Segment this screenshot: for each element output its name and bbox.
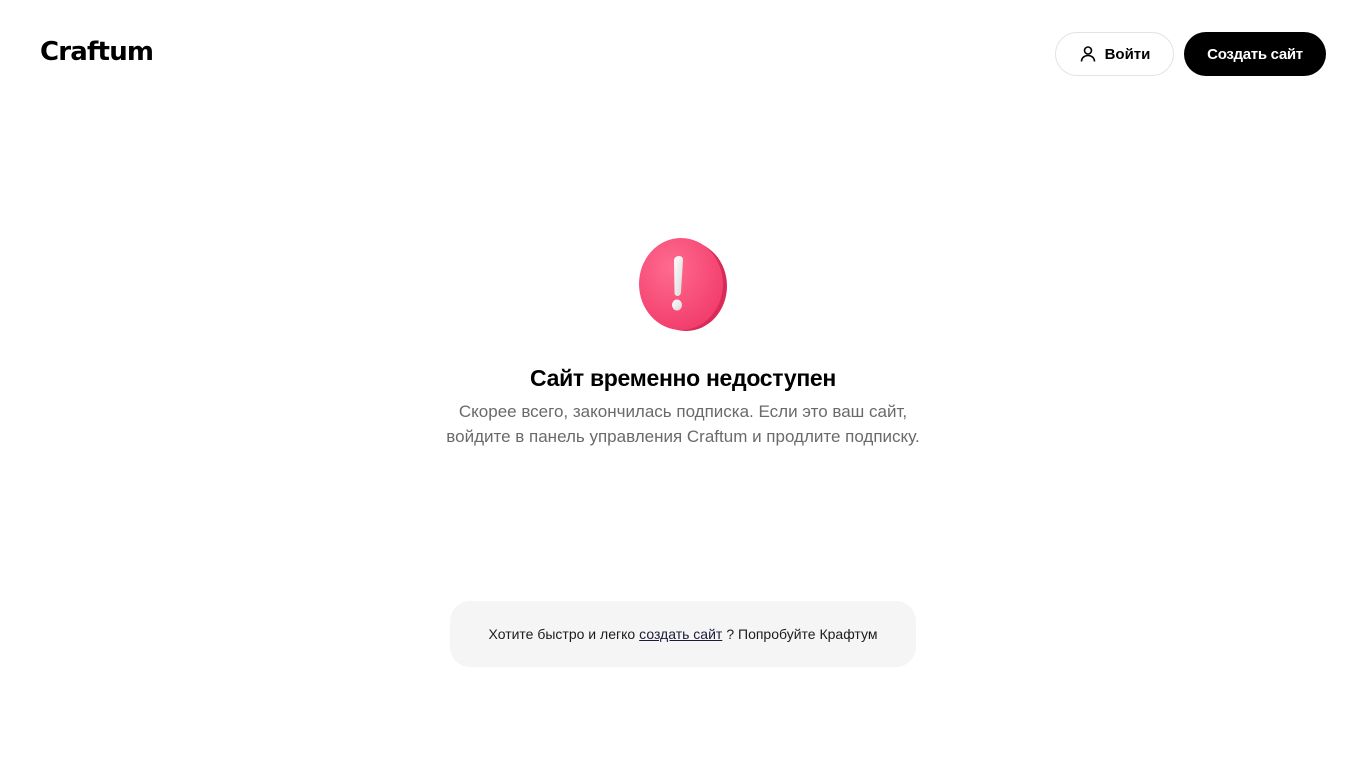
exclamation-alert-icon (636, 236, 730, 334)
subtitle-line-2: войдите в панель управления Craftum и пр… (446, 427, 920, 446)
promo-text-after: ? Попробуйте Крафтум (726, 626, 878, 642)
create-site-link[interactable]: создать сайт (639, 626, 722, 642)
promo-text-before: Хотите быстро и легко (488, 626, 636, 642)
subtitle-line-1: Скорее всего, закончилась подписка. Если… (458, 402, 908, 421)
promo-banner: Хотите быстро и легко создать сайт ? Поп… (450, 601, 916, 667)
page-title: Сайт временно недоступен (529, 365, 836, 391)
login-button[interactable]: Войти (1055, 32, 1174, 76)
login-label: Войти (1104, 45, 1151, 63)
header-actions: Войти Создать сайт (1055, 32, 1326, 76)
user-icon (1079, 45, 1097, 63)
craftum-logo[interactable]: Craftum (40, 36, 154, 68)
page: Craftum Войти Создать сайт Сайт временно… (0, 0, 1366, 768)
page-subtitle: Скорее всего, закончилась подписка. Если… (383, 399, 983, 449)
create-site-button[interactable]: Создать сайт (1184, 32, 1326, 76)
